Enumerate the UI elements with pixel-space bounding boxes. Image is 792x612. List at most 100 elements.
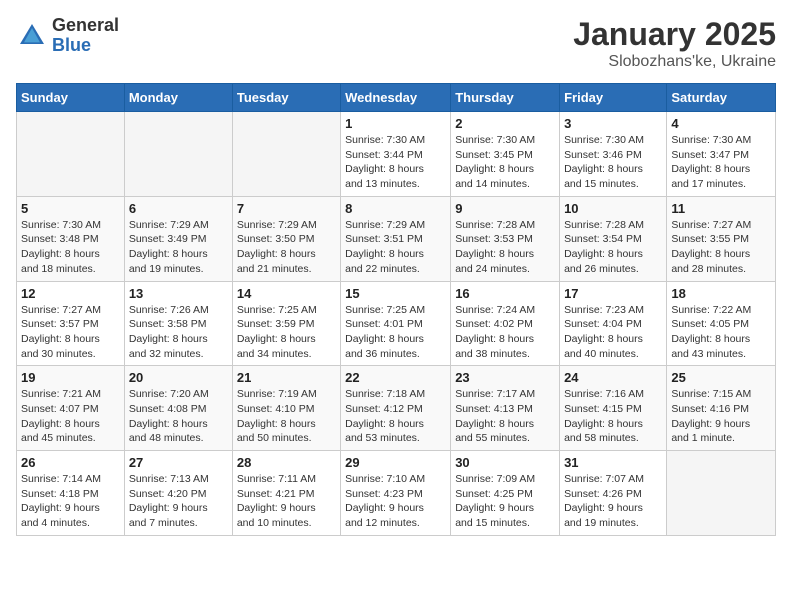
weekday-header: Saturday [667, 84, 776, 112]
calendar-cell: 7 Sunrise: 7:29 AM Sunset: 3:50 PM Daylig… [232, 196, 340, 281]
calendar-cell [17, 112, 125, 197]
calendar-cell: 19Sunrise: 7:21 AM Sunset: 4:07 PM Dayli… [17, 366, 125, 451]
weekday-header: Thursday [451, 84, 560, 112]
calendar-cell: 23 Sunrise: 7:17 AM Sunset: 4:13 PM Dayli… [451, 366, 560, 451]
day-info: Sunrise: 7:25 AM Sunset: 4:01 PM Dayligh… [345, 303, 446, 362]
weekday-header: Tuesday [232, 84, 340, 112]
calendar-cell [667, 451, 776, 536]
month-title: January 2025 [573, 16, 776, 53]
day-number: 4 [671, 116, 771, 131]
day-number: 23 [455, 370, 555, 385]
day-info: Sunrise: 7:25 AM Sunset: 3:59 PM Dayligh… [237, 303, 336, 362]
calendar-cell: 13Sunrise: 7:26 AM Sunset: 3:58 PM Dayli… [124, 281, 232, 366]
day-info: Sunrise: 7:29 AM Sunset: 3:50 PM Dayligh… [237, 218, 336, 277]
day-info: Sunrise: 7:29 AM Sunset: 3:51 PM Dayligh… [345, 218, 446, 277]
day-info: Sunrise: 7:30 AM Sunset: 3:48 PM Dayligh… [21, 218, 120, 277]
calendar-cell: 16Sunrise: 7:24 AM Sunset: 4:02 PM Dayli… [451, 281, 560, 366]
day-info: Sunrise: 7:30 AM Sunset: 3:47 PM Dayligh… [671, 133, 771, 192]
day-info: Sunrise: 7:16 AM Sunset: 4:15 PM Dayligh… [564, 387, 662, 446]
calendar-cell [232, 112, 340, 197]
day-number: 8 [345, 201, 446, 216]
day-info: Sunrise: 7:21 AM Sunset: 4:07 PM Dayligh… [21, 387, 120, 446]
calendar-cell: 22 Sunrise: 7:18 AM Sunset: 4:12 PM Dayli… [341, 366, 451, 451]
weekday-header: Friday [560, 84, 667, 112]
calendar-cell: 10 Sunrise: 7:28 AM Sunset: 3:54 PM Dayli… [560, 196, 667, 281]
day-info: Sunrise: 7:18 AM Sunset: 4:12 PM Dayligh… [345, 387, 446, 446]
calendar-cell: 1 Sunrise: 7:30 AM Sunset: 3:44 PM Daylig… [341, 112, 451, 197]
day-number: 2 [455, 116, 555, 131]
day-number: 13 [129, 286, 228, 301]
calendar-week-row: 1 Sunrise: 7:30 AM Sunset: 3:44 PM Daylig… [17, 112, 776, 197]
logo: General Blue [16, 16, 119, 56]
page-header: General Blue January 2025 Slobozhans'ke,… [16, 16, 776, 71]
calendar-table: SundayMondayTuesdayWednesdayThursdayFrid… [16, 83, 776, 536]
logo-general: General [52, 16, 119, 36]
day-info: Sunrise: 7:27 AM Sunset: 3:57 PM Dayligh… [21, 303, 120, 362]
calendar-week-row: 19Sunrise: 7:21 AM Sunset: 4:07 PM Dayli… [17, 366, 776, 451]
day-number: 15 [345, 286, 446, 301]
day-number: 22 [345, 370, 446, 385]
day-number: 7 [237, 201, 336, 216]
calendar-cell: 24Sunrise: 7:16 AM Sunset: 4:15 PM Dayli… [560, 366, 667, 451]
day-number: 26 [21, 455, 120, 470]
calendar-cell: 20 Sunrise: 7:20 AM Sunset: 4:08 PM Dayli… [124, 366, 232, 451]
day-info: Sunrise: 7:14 AM Sunset: 4:18 PM Dayligh… [21, 472, 120, 531]
weekday-header: Sunday [17, 84, 125, 112]
day-info: Sunrise: 7:24 AM Sunset: 4:02 PM Dayligh… [455, 303, 555, 362]
calendar-cell: 25Sunrise: 7:15 AM Sunset: 4:16 PM Dayli… [667, 366, 776, 451]
day-info: Sunrise: 7:22 AM Sunset: 4:05 PM Dayligh… [671, 303, 771, 362]
calendar-cell: 31 Sunrise: 7:07 AM Sunset: 4:26 PM Dayli… [560, 451, 667, 536]
day-info: Sunrise: 7:19 AM Sunset: 4:10 PM Dayligh… [237, 387, 336, 446]
day-number: 6 [129, 201, 228, 216]
day-info: Sunrise: 7:20 AM Sunset: 4:08 PM Dayligh… [129, 387, 228, 446]
day-info: Sunrise: 7:29 AM Sunset: 3:49 PM Dayligh… [129, 218, 228, 277]
title-block: January 2025 Slobozhans'ke, Ukraine [573, 16, 776, 71]
day-info: Sunrise: 7:11 AM Sunset: 4:21 PM Dayligh… [237, 472, 336, 531]
calendar-cell: 28 Sunrise: 7:11 AM Sunset: 4:21 PM Dayli… [232, 451, 340, 536]
calendar-cell: 2 Sunrise: 7:30 AM Sunset: 3:45 PM Daylig… [451, 112, 560, 197]
day-info: Sunrise: 7:30 AM Sunset: 3:45 PM Dayligh… [455, 133, 555, 192]
calendar-cell: 8 Sunrise: 7:29 AM Sunset: 3:51 PM Daylig… [341, 196, 451, 281]
day-number: 29 [345, 455, 446, 470]
calendar-cell: 21Sunrise: 7:19 AM Sunset: 4:10 PM Dayli… [232, 366, 340, 451]
day-number: 18 [671, 286, 771, 301]
day-number: 3 [564, 116, 662, 131]
day-number: 12 [21, 286, 120, 301]
day-info: Sunrise: 7:30 AM Sunset: 3:46 PM Dayligh… [564, 133, 662, 192]
day-info: Sunrise: 7:27 AM Sunset: 3:55 PM Dayligh… [671, 218, 771, 277]
logo-blue: Blue [52, 36, 119, 56]
calendar-cell: 11Sunrise: 7:27 AM Sunset: 3:55 PM Dayli… [667, 196, 776, 281]
day-info: Sunrise: 7:07 AM Sunset: 4:26 PM Dayligh… [564, 472, 662, 531]
weekday-header: Monday [124, 84, 232, 112]
logo-text: General Blue [52, 16, 119, 56]
day-number: 28 [237, 455, 336, 470]
day-info: Sunrise: 7:30 AM Sunset: 3:44 PM Dayligh… [345, 133, 446, 192]
calendar-cell: 30Sunrise: 7:09 AM Sunset: 4:25 PM Dayli… [451, 451, 560, 536]
day-number: 5 [21, 201, 120, 216]
calendar-week-row: 5 Sunrise: 7:30 AM Sunset: 3:48 PM Daylig… [17, 196, 776, 281]
weekday-header: Wednesday [341, 84, 451, 112]
day-info: Sunrise: 7:17 AM Sunset: 4:13 PM Dayligh… [455, 387, 555, 446]
day-number: 31 [564, 455, 662, 470]
calendar-cell: 29 Sunrise: 7:10 AM Sunset: 4:23 PM Dayli… [341, 451, 451, 536]
day-number: 10 [564, 201, 662, 216]
day-info: Sunrise: 7:13 AM Sunset: 4:20 PM Dayligh… [129, 472, 228, 531]
calendar-cell: 26 Sunrise: 7:14 AM Sunset: 4:18 PM Dayli… [17, 451, 125, 536]
calendar-cell: 3 Sunrise: 7:30 AM Sunset: 3:46 PM Daylig… [560, 112, 667, 197]
day-number: 27 [129, 455, 228, 470]
calendar-cell: 18 Sunrise: 7:22 AM Sunset: 4:05 PM Dayli… [667, 281, 776, 366]
logo-icon [16, 20, 48, 52]
calendar-cell: 27 Sunrise: 7:13 AM Sunset: 4:20 PM Dayli… [124, 451, 232, 536]
day-number: 20 [129, 370, 228, 385]
calendar-cell: 12 Sunrise: 7:27 AM Sunset: 3:57 PM Dayli… [17, 281, 125, 366]
calendar-header-row: SundayMondayTuesdayWednesdayThursdayFrid… [17, 84, 776, 112]
day-info: Sunrise: 7:10 AM Sunset: 4:23 PM Dayligh… [345, 472, 446, 531]
calendar-cell: 14 Sunrise: 7:25 AM Sunset: 3:59 PM Dayli… [232, 281, 340, 366]
day-info: Sunrise: 7:28 AM Sunset: 3:53 PM Dayligh… [455, 218, 555, 277]
calendar-week-row: 26 Sunrise: 7:14 AM Sunset: 4:18 PM Dayli… [17, 451, 776, 536]
day-number: 14 [237, 286, 336, 301]
calendar-cell: 4 Sunrise: 7:30 AM Sunset: 3:47 PM Daylig… [667, 112, 776, 197]
day-number: 1 [345, 116, 446, 131]
day-number: 9 [455, 201, 555, 216]
day-info: Sunrise: 7:28 AM Sunset: 3:54 PM Dayligh… [564, 218, 662, 277]
